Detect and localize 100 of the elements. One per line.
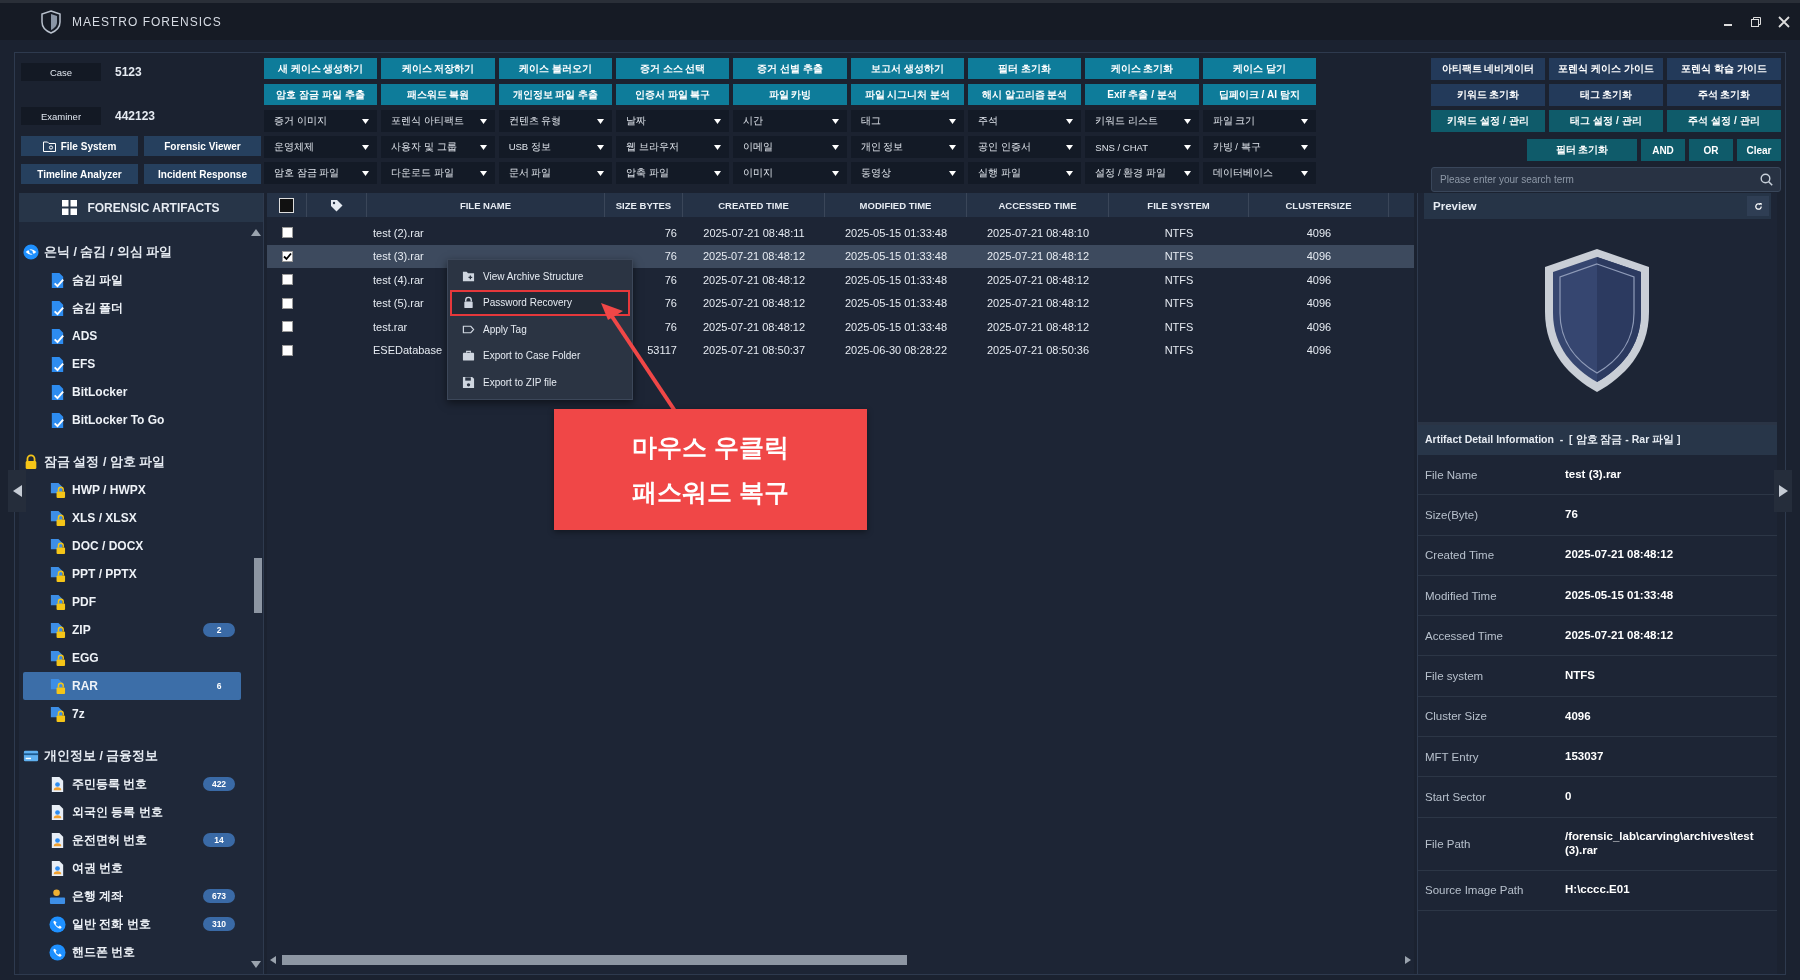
menu-item[interactable]: View Archive Structure — [450, 263, 630, 290]
sidebar-item[interactable]: 핸드폰 번호 — [23, 938, 241, 966]
action-button[interactable]: 암호 잠금 파일 추출 — [264, 84, 378, 105]
quick-button[interactable]: 키워드 설정 / 관리 — [1431, 110, 1545, 132]
action-button[interactable]: 보고서 생성하기 — [850, 58, 964, 79]
sidebar-item[interactable]: XLS / XLSX — [23, 504, 241, 532]
filter-dropdown[interactable]: 주석 — [968, 110, 1082, 132]
action-button[interactable]: 해시 알고리즘 분석 — [968, 84, 1082, 105]
column-header[interactable]: MODIFIED TIME — [825, 193, 967, 217]
filter-dropdown[interactable]: 카빙 / 복구 — [1202, 136, 1316, 158]
quick-button[interactable]: 아티팩트 네비게이터 — [1431, 58, 1545, 80]
action-button[interactable]: 케이스 불러오기 — [498, 58, 612, 79]
filter-dropdown[interactable]: 웹 브라우저 — [616, 136, 730, 158]
sidebar-item[interactable]: 숨김 폴더 — [23, 294, 241, 322]
quick-button[interactable]: 태그 초기화 — [1549, 84, 1663, 106]
filter-button[interactable]: 필터 초기화 — [1527, 139, 1637, 161]
checkbox[interactable] — [281, 344, 293, 356]
action-button[interactable]: Exif 추출 / 분석 — [1085, 84, 1199, 105]
filter-dropdown[interactable]: 태그 — [850, 110, 964, 132]
checkbox[interactable] — [281, 297, 293, 309]
sidebar-item[interactable]: PPT / PPTX — [23, 560, 241, 588]
close-icon[interactable] — [1778, 15, 1790, 28]
filter-dropdown[interactable]: 파일 크기 — [1202, 110, 1316, 132]
column-header[interactable]: CREATED TIME — [683, 193, 825, 217]
filter-dropdown[interactable]: 공인 인증서 — [968, 136, 1082, 158]
sidebar-item[interactable]: DOC / DOCX — [23, 532, 241, 560]
action-button[interactable]: 개인정보 파일 추출 — [498, 84, 612, 105]
sidebar-item[interactable]: RAR 6 — [23, 672, 241, 700]
sidebar-item[interactable]: EFS — [23, 350, 241, 378]
quick-button[interactable]: 태그 설정 / 관리 — [1549, 110, 1663, 132]
quick-button[interactable]: 주석 설정 / 관리 — [1667, 110, 1781, 132]
select-all-checkbox[interactable] — [279, 197, 294, 213]
filter-dropdown[interactable]: 데이터베이스 — [1202, 162, 1316, 184]
filter-dropdown[interactable]: 암호 잠금 파일 — [264, 162, 378, 184]
checkbox[interactable] — [281, 227, 293, 239]
action-button[interactable]: 패스워드 복원 — [381, 84, 495, 105]
filter-dropdown[interactable]: USB 정보 — [498, 136, 612, 158]
category-item[interactable]: 은닉 / 숨김 / 의심 파일 — [23, 238, 241, 266]
checkbox[interactable] — [281, 250, 293, 262]
tool-button[interactable]: Timeline Analyzer — [21, 164, 138, 184]
filter-dropdown[interactable]: 이메일 — [733, 136, 847, 158]
action-button[interactable]: 인증서 파일 복구 — [616, 84, 730, 105]
filter-dropdown[interactable]: 날짜 — [616, 110, 730, 132]
collapse-right-button[interactable] — [1774, 470, 1792, 512]
sidebar-item[interactable]: 주민등록 번호 422 — [23, 770, 241, 798]
sidebar-item[interactable]: ADS — [23, 322, 241, 350]
sidebar-item[interactable]: HWP / HWPX — [23, 476, 241, 504]
sidebar-item[interactable]: BitLocker — [23, 378, 241, 406]
menu-item[interactable]: Export to ZIP file — [450, 369, 630, 396]
filter-dropdown[interactable]: 운영체제 — [264, 136, 378, 158]
filter-dropdown[interactable]: 설정 / 환경 파일 — [1085, 162, 1199, 184]
action-button[interactable]: 딥페이크 / AI 탐지 — [1202, 84, 1316, 105]
action-button[interactable]: 증거 선별 추출 — [733, 58, 847, 79]
category-item[interactable]: 개인정보 / 금융정보 — [23, 742, 241, 770]
quick-button[interactable]: 포렌식 학습 가이드 — [1667, 58, 1781, 80]
action-button[interactable]: 파일 시그니처 분석 — [850, 84, 964, 105]
filter-dropdown[interactable]: SNS / CHAT — [1085, 136, 1199, 158]
filter-button[interactable]: AND — [1641, 139, 1685, 161]
filter-dropdown[interactable]: 키워드 리스트 — [1085, 110, 1199, 132]
filter-dropdown[interactable]: 다운로드 파일 — [381, 162, 495, 184]
scroll-down-icon[interactable] — [251, 961, 261, 968]
tool-button[interactable]: Forensic Viewer — [144, 136, 261, 156]
scrollbar-thumb[interactable] — [254, 558, 262, 613]
category-item[interactable]: 잠금 설정 / 암호 파일 — [23, 448, 241, 476]
filter-dropdown[interactable]: 실행 파일 — [968, 162, 1082, 184]
quick-button[interactable]: 포렌식 케이스 가이드 — [1549, 58, 1663, 80]
column-header[interactable]: ACCESSED TIME — [967, 193, 1109, 217]
sidebar-item[interactable]: PDF — [23, 588, 241, 616]
filter-dropdown[interactable]: 사용자 및 그룹 — [381, 136, 495, 158]
filter-dropdown[interactable]: 동영상 — [850, 162, 964, 184]
quick-button[interactable]: 키워드 초기화 — [1431, 84, 1545, 106]
filter-dropdown[interactable]: 포렌식 아티팩트 — [381, 110, 495, 132]
quick-button[interactable]: 주석 초기화 — [1667, 84, 1781, 106]
filter-dropdown[interactable]: 증거 이미지 — [264, 110, 378, 132]
action-button[interactable]: 증거 소스 선택 — [616, 58, 730, 79]
filter-dropdown[interactable]: 개인 정보 — [850, 136, 964, 158]
sidebar-item[interactable]: 은행 계좌 673 — [23, 882, 241, 910]
scrollbar-thumb[interactable] — [282, 955, 907, 965]
sidebar-item[interactable]: ZIP 2 — [23, 616, 241, 644]
filter-button[interactable]: OR — [1689, 139, 1733, 161]
tool-button[interactable]: File System — [21, 136, 138, 156]
column-header[interactable]: FILE SYSTEM — [1109, 193, 1249, 217]
sidebar-item[interactable]: EGG — [23, 644, 241, 672]
filter-dropdown[interactable]: 시간 — [733, 110, 847, 132]
scroll-left-icon[interactable] — [270, 956, 276, 964]
collapse-left-button[interactable] — [8, 470, 26, 512]
menu-item[interactable]: Password Recovery — [450, 289, 630, 316]
sidebar-item[interactable]: 숨김 파일 — [23, 266, 241, 294]
column-header[interactable]: SIZE BYTES — [605, 193, 683, 217]
action-button[interactable]: 파일 카빙 — [733, 84, 847, 105]
sidebar-item[interactable]: 운전면허 번호 14 — [23, 826, 241, 854]
filter-dropdown[interactable]: 문서 파일 — [498, 162, 612, 184]
refresh-button[interactable] — [1747, 196, 1769, 216]
sidebar-item[interactable]: 외국인 등록 번호 — [23, 798, 241, 826]
sidebar-item[interactable]: BitLocker To Go — [23, 406, 241, 434]
checkbox[interactable] — [281, 321, 293, 333]
column-header[interactable]: CLUSTERSIZE — [1249, 193, 1389, 217]
column-header[interactable]: FILE NAME — [367, 193, 605, 217]
sidebar-item[interactable]: 7z — [23, 700, 241, 728]
action-button[interactable]: 케이스 초기화 — [1085, 58, 1199, 79]
